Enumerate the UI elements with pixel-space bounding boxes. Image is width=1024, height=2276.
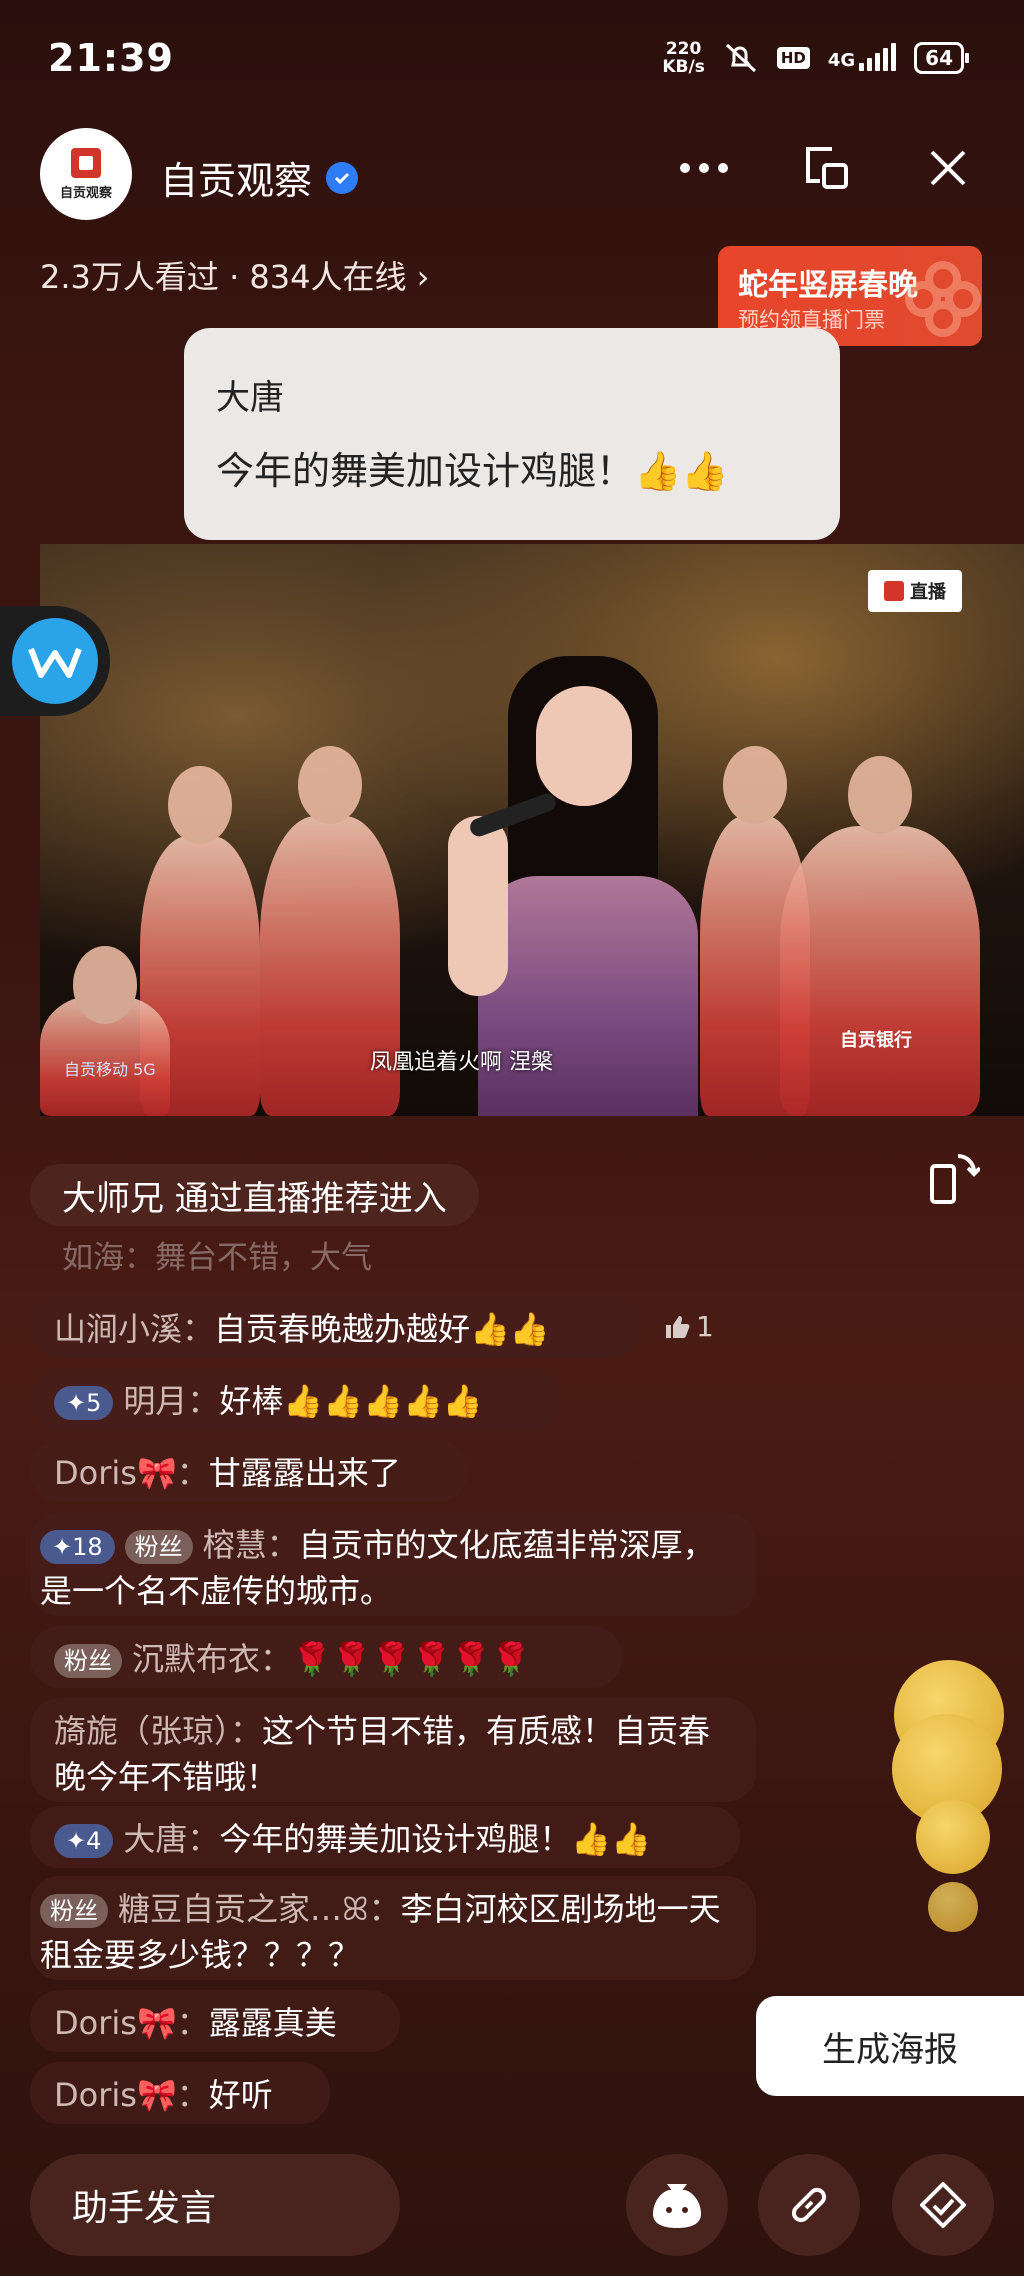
network-type: 4G [827,50,856,71]
chinese-knot-icon [905,261,981,337]
level-badge: ✦4 [54,1824,114,1858]
sponsor-logo-right: 自贡银行 [840,1030,912,1051]
comment-item[interactable]: ✦4 大唐：今年的舞美加设计鸡腿！👍👍 [30,1806,740,1868]
status-icons: 220 KB/s HD 4G 64 [662,40,969,76]
link-icon [791,2187,827,2223]
gift-bag-icon [653,2184,701,2228]
entry-notice: 大师兄 通过直播推荐进入 [30,1164,479,1226]
comment-item[interactable]: 粉丝 沉默布衣：🌹🌹🌹🌹🌹🌹 [30,1626,622,1688]
app-logo-icon [12,618,98,704]
sponsor-logo-left: 自贡移动 5G [64,1060,156,1079]
comment-text: 甘露露出来了 [208,1454,401,1492]
comment-item[interactable]: Doris🎀：露露真美 [30,1990,400,2052]
channel-name[interactable]: 自贡观察 [160,150,359,205]
comment-username: 沉默布衣： [132,1640,293,1678]
comment-item[interactable]: ✦18 粉丝 榕慧：自贡市的文化底蕴非常深厚，是一个名不虚传的城市。 [30,1512,756,1616]
hd-badge: HD [776,47,810,69]
comment-item[interactable]: ✦5 明月：好棒👍👍👍👍👍 [30,1368,562,1430]
live-badge: 直播 [868,570,962,612]
rotate-screen-icon[interactable] [928,1150,980,1206]
assistant-input[interactable]: 助手发言 [30,2154,400,2256]
channel-logo-icon [71,147,101,178]
fan-badge: 粉丝 [124,1530,193,1564]
fan-badge: 粉丝 [54,1644,122,1678]
mute-icon [725,43,756,73]
comment-username: 糖豆自贡之家…ꕤ： [118,1890,401,1928]
comment-username: 榕慧： [202,1526,299,1564]
comment-text: 好听 [208,2076,273,2114]
comment-username: 明月： [123,1382,220,1420]
signal-bars-icon [859,43,897,71]
status-time: 21:39 [48,36,174,80]
battery-icon: 64 [914,42,969,74]
comment-username: Doris🎀： [54,2004,209,2042]
close-icon[interactable] [922,142,974,194]
verified-icon [326,161,359,194]
comment-text: 露露真美 [208,2004,337,2042]
comment-username: Doris🎀： [54,2076,209,2114]
signal-indicator: 4G [827,43,897,71]
clear-screen-icon [920,2182,966,2228]
dancer-figure [780,756,980,1116]
gift-bag-button[interactable] [626,2154,728,2256]
comment-username: 大唐： [123,1820,220,1858]
bubble-username: 大唐 [216,378,284,418]
comment-item[interactable]: Doris🎀：好听 [30,2062,330,2124]
live-logo-icon [884,581,904,601]
comment-username: Doris🎀： [54,1454,209,1492]
header-actions [678,142,974,194]
highlight-comment-bubble: 大唐 今年的舞美加设计鸡腿！👍👍 [184,328,840,540]
more-icon[interactable] [678,142,730,194]
emoji-reaction-icon [928,1882,978,1932]
fan-badge: 粉丝 [40,1894,108,1928]
promo-title: 蛇年竖屏春晚 [738,268,918,303]
floating-app-button[interactable] [0,606,110,716]
live-video-player[interactable]: 直播 凤凰追着火啊 涅槃 自贡移动 5G 自贡银行 [40,544,1024,1116]
comment-item[interactable]: 山涧小溪：自贡春晚越办越好👍👍 [30,1296,642,1358]
like-count: 1 [696,1310,714,1343]
thumbs-up-icon [666,1315,690,1338]
channel-name-text: 自贡观察 [160,159,313,203]
singer-figure [438,616,728,1116]
comment-item[interactable]: 旖旎（张琼）：这个节目不错，有质感！自贡春晚今年不错哦！ [30,1698,756,1802]
comment-item[interactable]: 粉丝 糖豆自贡之家…ꕤ：李白河校区剧场地一天租金要多少钱？？？？ [30,1876,756,1980]
bubble-text: 今年的舞美加设计鸡腿！👍👍 [216,449,729,493]
generate-poster-button[interactable]: 生成海报 [756,1996,1024,2096]
comment-text: 今年的舞美加设计鸡腿！👍👍 [219,1820,652,1858]
level-badge: ✦18 [40,1530,115,1564]
net-speed-value: 220 [665,39,702,59]
channel-avatar[interactable]: 自贡观察 [40,128,132,220]
live-badge-text: 直播 [910,582,946,603]
mini-window-icon[interactable] [800,142,852,194]
comment-item[interactable]: Doris🎀：甘露露出来了 [30,1440,468,1502]
avatar-text: 自贡观察 [59,185,112,201]
video-subtitle: 凤凰追着火啊 涅槃 [370,1050,553,1075]
share-link-button[interactable] [758,2154,860,2256]
viewer-stats[interactable]: 2.3万人看过 · 834人在线 › [40,252,429,298]
faded-comment: 如海：舞台不错，大气 [62,1240,372,1276]
net-speed-unit: KB/s [662,57,705,77]
comment-username: 山涧小溪： [54,1310,215,1348]
comment-like[interactable]: 1 [664,1310,714,1343]
comment-username: 旖旎（张琼）： [54,1712,263,1750]
clear-screen-button[interactable] [892,2154,994,2256]
emoji-reaction-icon [916,1800,990,1874]
level-badge: ✦5 [54,1386,114,1420]
net-speed: 220 KB/s [662,40,704,76]
comment-text: 自贡春晚越办越好👍👍 [214,1310,550,1348]
comment-text: 🌹🌹🌹🌹🌹🌹 [292,1640,532,1678]
comment-text: 好棒👍👍👍👍👍 [219,1382,483,1420]
